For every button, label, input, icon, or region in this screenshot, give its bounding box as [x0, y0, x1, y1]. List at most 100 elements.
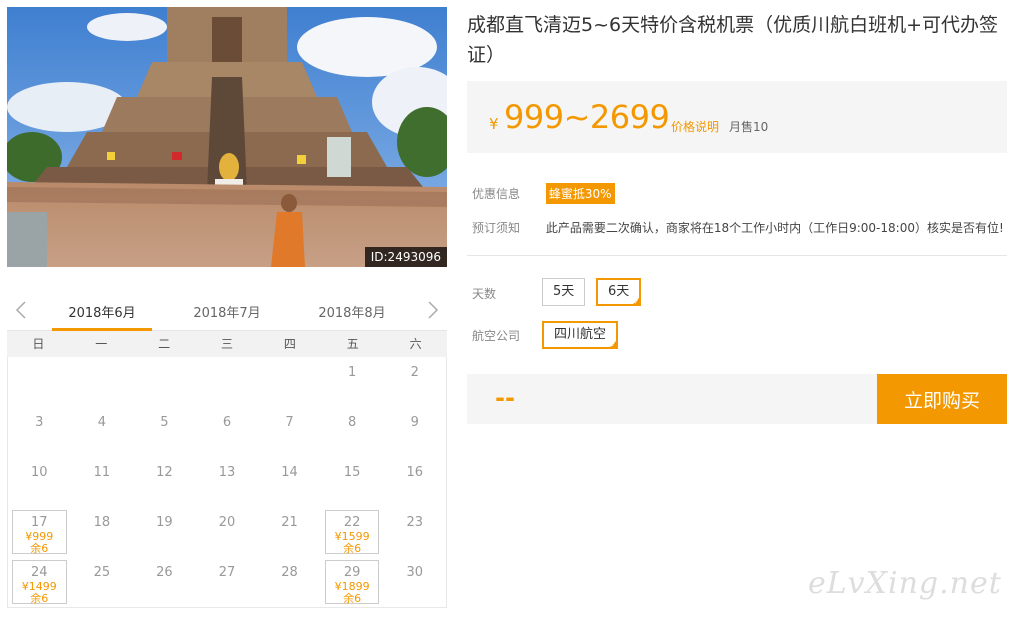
day-stock: 余6 [30, 592, 49, 605]
weekday-label: 四 [283, 337, 296, 351]
month-tabs: 2018年6月 2018年7月 2018年8月 [7, 290, 447, 331]
days-label: 天数 [472, 287, 497, 301]
day-number: 27 [218, 565, 236, 580]
airline-option-sichuan[interactable]: 四川航空 [542, 321, 619, 350]
weekday-label: 日 [32, 337, 45, 351]
buy-now-button[interactable]: 立即购买 [877, 374, 1007, 424]
calendar-blank-cell [8, 357, 71, 407]
calendar-day-available[interactable]: 24 ¥1499 余6 [12, 560, 67, 605]
price-note-link[interactable]: 价格说明 [671, 118, 719, 135]
prev-month-arrow-icon[interactable] [11, 298, 31, 322]
weekday-label: 六 [409, 337, 422, 351]
calendar-day: 10 [8, 457, 71, 507]
calendar-day: 19 [133, 507, 196, 557]
calendar-day: 9 [383, 407, 446, 457]
day-number: 15 [343, 465, 361, 480]
weekday-label: 一 [95, 337, 108, 351]
calendar-grid: 1 2 3 4 5 6 7 8 9 10 11 12 13 14 15 16 17 ¥999 余6 18 19 20 21 2… [7, 357, 447, 608]
booking-text: 此产品需要二次确认，商家将在18个工作小时内（工作日9:00-18:00）核实是… [545, 221, 1004, 235]
day-number: 4 [97, 415, 106, 430]
day-stock: 余6 [343, 592, 362, 605]
day-number: 3 [35, 415, 44, 430]
day-number: 9 [410, 415, 419, 430]
weekday-header: 日 一 二 三 四 五 六 [7, 330, 447, 357]
calendar-day: 23 [383, 507, 446, 557]
day-number: 12 [156, 465, 173, 480]
calendar-day: 27 [196, 557, 259, 607]
product-title: 成都直飞清迈5~6天特价含税机票（优质川航白班机+可代办签证） [467, 14, 999, 66]
day-number: 10 [31, 465, 48, 480]
calendar-day-available[interactable]: 29 ¥1899 余6 [324, 560, 380, 605]
date-calendar: 2018年6月 2018年7月 2018年8月 日 一 二 三 四 五 六 12… [7, 290, 447, 608]
weekday-label: 五 [346, 337, 359, 351]
purchase-bar: -- 立即购买 [467, 374, 1007, 424]
site-watermark: eLvXing.net [808, 566, 1002, 601]
day-number: 2 [410, 365, 419, 380]
weekday-label: 二 [158, 337, 171, 351]
day-number: 22 [343, 515, 361, 530]
day-number: 30 [406, 565, 423, 580]
booking-label: 预订须知 [472, 221, 521, 235]
product-photo: ID:2493096 [7, 7, 447, 267]
calendar-blank-cell [258, 357, 321, 407]
day-number: 7 [285, 415, 294, 430]
day-number: 21 [281, 515, 298, 530]
calendar-day: 15 [321, 457, 384, 507]
day-number: 24 [31, 565, 48, 580]
photo-id-label: ID:2493096 [364, 247, 447, 267]
calendar-day: 26 [133, 557, 196, 607]
month-tab-august[interactable]: 2018年8月 [307, 302, 397, 321]
day-number: 16 [406, 465, 423, 480]
calendar-day: 13 [196, 457, 259, 507]
currency-symbol: ¥ [489, 115, 499, 133]
month-tab-july[interactable]: 2018年7月 [182, 302, 272, 321]
day-stock: 余6 [30, 542, 49, 555]
calendar-day: 14 [258, 457, 321, 507]
day-number: 13 [218, 465, 236, 480]
total-price: -- [495, 384, 515, 412]
day-number: 29 [343, 565, 361, 580]
day-number: 5 [160, 415, 169, 430]
day-number: 26 [156, 565, 173, 580]
day-number: 1 [347, 365, 357, 380]
day-number: 25 [93, 565, 111, 580]
calendar-day: 3 [8, 407, 71, 457]
calendar-day-available[interactable]: 22 ¥1599 余6 [324, 510, 380, 555]
price-range: 999~2699 [504, 98, 670, 136]
price-box: ¥ 999~2699 价格说明 月售10 [467, 81, 1007, 153]
calendar-day: 4 [71, 407, 134, 457]
next-month-arrow-icon[interactable] [423, 298, 443, 322]
day-number: 17 [31, 515, 48, 530]
monthly-sales: 月售10 [729, 120, 769, 134]
day-number: 28 [281, 565, 298, 580]
booking-row: 预订须知 此产品需要二次确认，商家将在18个工作小时内（工作日9:00-18:0… [472, 219, 1004, 236]
calendar-blank-cell [133, 357, 196, 407]
airline-label: 航空公司 [472, 329, 521, 343]
discount-badge: 蜂蜜抵30% [545, 183, 615, 204]
days-option-5[interactable]: 5天 [542, 278, 586, 306]
calendar-day: 7 [258, 407, 321, 457]
calendar-day: 8 [321, 407, 384, 457]
calendar-day: 20 [196, 507, 259, 557]
weekday-label: 三 [220, 337, 233, 351]
temple-image [7, 7, 447, 267]
day-number: 20 [218, 515, 236, 530]
calendar-day-available[interactable]: 17 ¥999 余6 [12, 510, 67, 555]
calendar-day: 1 [321, 357, 384, 407]
month-tab-june[interactable]: 2018年6月 [52, 302, 152, 331]
section-divider [467, 255, 1007, 256]
day-number: 6 [222, 415, 232, 430]
day-number: 18 [93, 515, 111, 530]
calendar-day: 6 [196, 407, 259, 457]
day-stock: 余6 [343, 542, 362, 555]
days-option-6[interactable]: 6天 [596, 278, 642, 307]
calendar-day: 12 [133, 457, 196, 507]
discount-label: 优惠信息 [472, 187, 521, 201]
day-number: 11 [93, 465, 111, 480]
calendar-day: 11 [71, 457, 134, 507]
calendar-day: 16 [383, 457, 446, 507]
calendar-day: 21 [258, 507, 321, 557]
calendar-blank-cell [71, 357, 134, 407]
day-number: 23 [406, 515, 423, 530]
calendar-day: 18 [71, 507, 134, 557]
